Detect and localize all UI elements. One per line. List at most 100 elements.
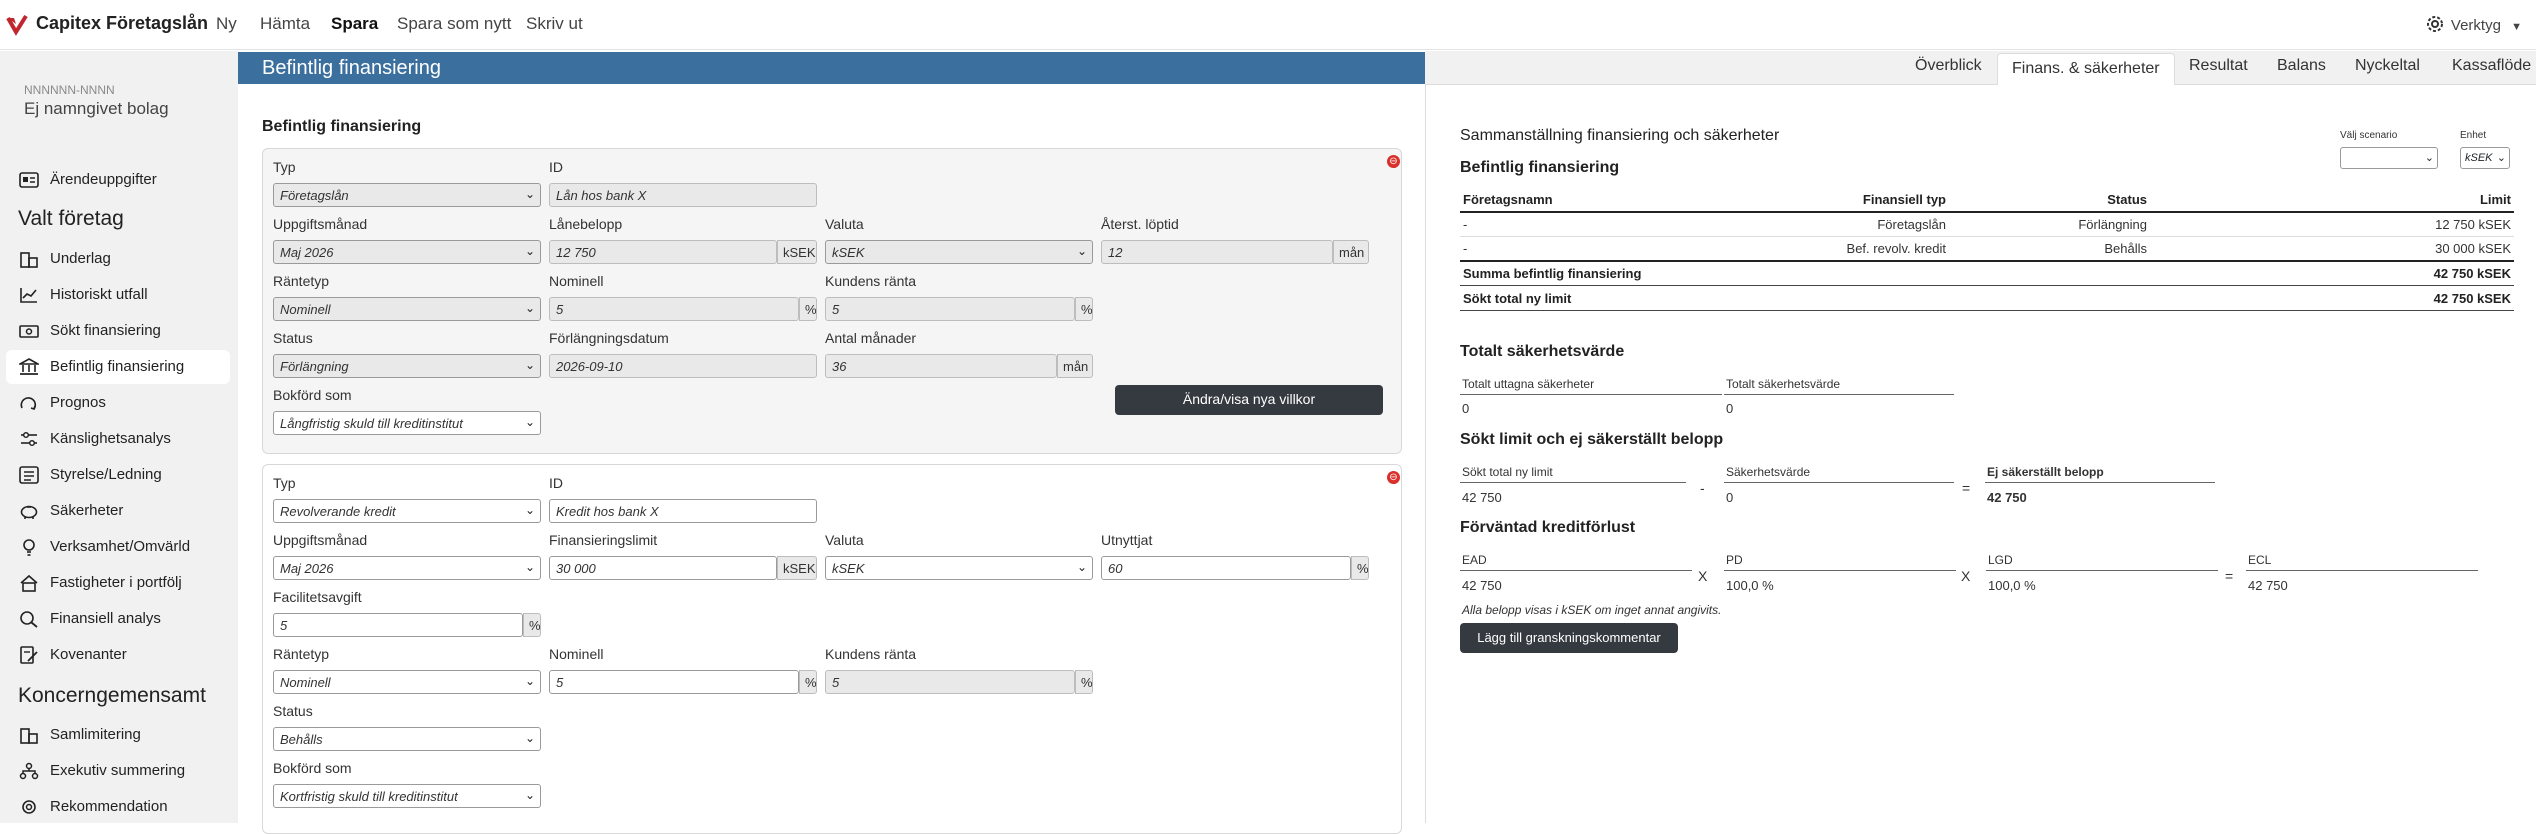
currency-select[interactable]: kSEK ⌄	[825, 556, 1093, 580]
nav-save-as-new[interactable]: Spara som nytt	[397, 14, 511, 34]
sidebar-item-label: Underlag	[50, 250, 111, 267]
summary-panel: Sammanställning finansiering och säkerhe…	[1425, 85, 2536, 823]
nominal-input[interactable]: 5	[549, 670, 799, 694]
operator-times: X	[1698, 568, 1708, 584]
sidebar-item-samlimitering[interactable]: Samlimitering	[6, 718, 230, 752]
cash-icon	[19, 325, 39, 338]
rate-type-select[interactable]: Nominell ⌄	[273, 297, 541, 321]
sidebar-group-title: Koncerngemensamt	[18, 684, 206, 707]
column-header-type: Finansiell typ	[1862, 192, 1946, 207]
booked-as-value: Kortfristig skuld till kreditinstitut	[280, 789, 458, 804]
customer-rate-input[interactable]: 5	[825, 297, 1075, 321]
nav-fetch[interactable]: Hämta	[260, 14, 310, 34]
rate-type-select[interactable]: Nominell ⌄	[273, 670, 541, 694]
sidebar-item-exekutiv-summering[interactable]: Exekutiv summering	[6, 754, 230, 788]
nominal-input[interactable]: 5	[549, 297, 799, 321]
month-select[interactable]: Maj 2026 ⌄	[273, 240, 541, 264]
unit-select[interactable]: kSEK ⌄	[2460, 147, 2510, 169]
month-value: Maj 2026	[280, 561, 334, 576]
sidebar-item-label: Säkerheter	[50, 502, 124, 519]
sidebar-item-fastigheter[interactable]: Fastigheter i portfölj	[6, 566, 230, 600]
sidebar-item-kovenanter[interactable]: Kovenanter	[6, 638, 230, 672]
rate-type-value: Nominell	[280, 302, 331, 317]
type-label: Typ	[273, 159, 296, 175]
customer-rate-input[interactable]: 5	[825, 670, 1075, 694]
cell-company: -	[1463, 217, 1468, 232]
sidebar-item-styrelse-ledning[interactable]: Styrelse/Ledning	[6, 458, 230, 492]
nav-new[interactable]: Ny	[216, 14, 237, 34]
remaining-term-input[interactable]: 12	[1101, 240, 1333, 264]
financing-card-loan: ⊖ Typ Företagslån ⌄ ID Lån hos bank X Upp…	[262, 148, 1402, 454]
cell-limit: 12 750 kSEK	[2435, 217, 2511, 232]
org-chart-icon	[19, 762, 39, 780]
tab-overblick[interactable]: Överblick	[1915, 57, 1982, 75]
cell-limit: 30 000 kSEK	[2435, 241, 2511, 256]
booked-as-select[interactable]: Långfristig skuld till kreditinstitut ⌄	[273, 411, 541, 435]
sidebar-item-sokt-finansiering[interactable]: Sökt finansiering	[6, 314, 230, 348]
extension-date-input[interactable]: 2026-09-10	[549, 354, 817, 378]
field-value: 42 750	[1987, 490, 2027, 505]
scenario-select[interactable]: ⌄	[2340, 147, 2438, 169]
month-select[interactable]: Maj 2026 ⌄	[273, 556, 541, 580]
chevron-down-icon: ⌄	[1076, 560, 1087, 574]
sidebar-item-sakerheter[interactable]: Säkerheter	[6, 494, 230, 528]
table-divider	[1460, 211, 2514, 213]
delete-icon[interactable]: ⊖	[1387, 155, 1400, 168]
delete-icon[interactable]: ⊖	[1387, 471, 1400, 484]
financing-limit-input[interactable]: 30 000	[549, 556, 777, 580]
sidebar-item-arendeuppgifter[interactable]: Ärendeuppgifter	[6, 163, 230, 197]
field-value: 0	[1726, 490, 1734, 505]
facility-fee-input[interactable]: 5	[273, 613, 523, 637]
type-select[interactable]: Företagslån ⌄	[273, 183, 541, 207]
booked-as-select[interactable]: Kortfristig skuld till kreditinstitut ⌄	[273, 784, 541, 808]
sidebar-item-label: Känslighetsanalys	[50, 430, 171, 447]
tab-balans[interactable]: Balans	[2277, 57, 2326, 75]
cell-status: Förlängning	[2078, 217, 2147, 232]
field-label: Säkerhetsvärde	[1726, 465, 1811, 479]
chevron-down-icon: ⌄	[524, 301, 535, 315]
extension-date-label: Förlängningsdatum	[549, 330, 669, 346]
cell-company: -	[1463, 241, 1468, 256]
sidebar-item-underlag[interactable]: Underlag	[6, 242, 230, 276]
cell-type: Företagslån	[1877, 217, 1946, 232]
section-title: Befintlig finansiering	[262, 118, 422, 135]
field-underline	[1460, 394, 1722, 395]
field-value: 0	[1726, 401, 1734, 416]
add-review-comment-button[interactable]: Lägg till granskningskommentar	[1460, 623, 1678, 653]
status-select[interactable]: Behålls ⌄	[273, 727, 541, 751]
sought-limit-label: Sökt total ny limit	[1463, 291, 1572, 306]
operator-minus: -	[1700, 480, 1705, 496]
nominal-label: Nominell	[549, 273, 604, 289]
nav-print[interactable]: Skriv ut	[526, 14, 583, 34]
tab-finans-sakerheter[interactable]: Finans. & säkerheter	[1997, 53, 2175, 85]
type-select[interactable]: Revolverande kredit ⌄	[273, 499, 541, 523]
id-input[interactable]: Lån hos bank X	[549, 183, 817, 207]
sidebar-item-finansiell-analys[interactable]: Finansiell analys	[6, 602, 230, 636]
sidebar-item-prognos[interactable]: Prognos	[6, 386, 230, 420]
loan-amount-input[interactable]: 12 750	[549, 240, 777, 264]
operator-equals: =	[2225, 568, 2234, 584]
sidebar-item-befintlig-finansiering[interactable]: Befintlig finansiering	[6, 350, 230, 384]
id-input[interactable]: Kredit hos bank X	[549, 499, 817, 523]
sidebar-item-rekommendation[interactable]: Rekommendation	[6, 790, 230, 824]
tab-resultat[interactable]: Resultat	[2189, 57, 2248, 75]
sidebar-item-kanslighetsanalys[interactable]: Känslighetsanalys	[6, 422, 230, 456]
status-value: Behålls	[280, 732, 323, 747]
currency-label: Valuta	[825, 216, 864, 232]
currency-select[interactable]: kSEK ⌄	[825, 240, 1093, 264]
nav-save[interactable]: Spara	[331, 14, 378, 34]
tab-kassaflode[interactable]: Kassaflöde	[2452, 57, 2531, 75]
existing-financing-subtitle: Befintlig finansiering	[1460, 159, 1620, 176]
tab-nyckeltal[interactable]: Nyckeltal	[2355, 57, 2420, 75]
scenario-label: Välj scenario	[2340, 130, 2398, 141]
entity-name[interactable]: Ej namngivet bolag	[24, 99, 169, 119]
remaining-term-label: Återst. löptid	[1101, 216, 1179, 232]
tools-menu[interactable]: Verktyg ▼	[2425, 14, 2522, 34]
utilized-input[interactable]: 60	[1101, 556, 1351, 580]
months-input[interactable]: 36	[825, 354, 1057, 378]
status-select[interactable]: Förlängning ⌄	[273, 354, 541, 378]
sidebar-item-historiskt-utfall[interactable]: Historiskt utfall	[6, 278, 230, 312]
sidebar-item-verksamhet-omvarld[interactable]: Verksamhet/Omvärld	[6, 530, 230, 564]
brand-name[interactable]: Capitex Företagslån	[36, 13, 208, 34]
change-terms-button[interactable]: Ändra/visa nya villkor	[1115, 385, 1383, 415]
